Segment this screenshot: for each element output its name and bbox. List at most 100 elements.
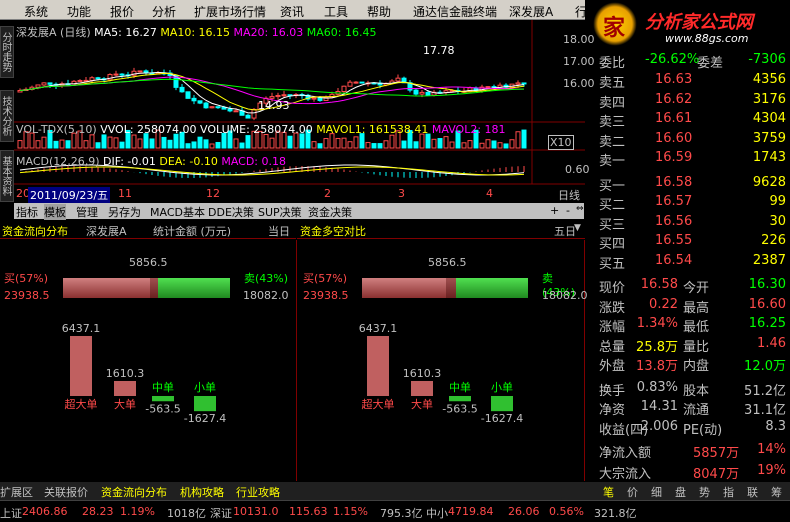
period-label[interactable]: 日线 (558, 187, 580, 203)
order-size-bar (491, 396, 513, 412)
buy-bar-excess (150, 278, 158, 298)
logo-emblem: 家 (593, 2, 637, 46)
side-tab-intraday[interactable]: 分时走势 (0, 26, 14, 78)
buy_orders-row[interactable]: 买二 16.57 99 (585, 194, 790, 214)
kline-info: 深发展A (日线) MA5: 16.27 MA10: 16.15 MA20: 1… (16, 24, 376, 40)
tool-macd-basic[interactable]: MACD基本 (150, 204, 205, 220)
sell_orders-row[interactable]: 卖二 16.60 3759 (585, 131, 790, 151)
tab-related-quotes[interactable]: 关联报价 (44, 484, 88, 500)
side-tab-technical[interactable]: 技术分析 (0, 90, 14, 142)
ma10-value: MA10: 16.15 (160, 26, 231, 39)
dropdown-icon[interactable]: ▼ (574, 223, 581, 233)
order-diff-label: 委差 (697, 56, 724, 71)
tool-dde[interactable]: DDE决策 (208, 204, 254, 220)
sell_orders-row[interactable]: 卖四 16.62 3176 (585, 92, 790, 112)
candle-body (341, 85, 347, 92)
sell_orders-price: 16.59 (655, 150, 693, 165)
volume-bar (35, 140, 41, 149)
buy-bar (362, 278, 446, 298)
volume-bar (287, 135, 293, 149)
menu-item-info[interactable]: 资讯 (280, 3, 304, 20)
volume-bar (509, 139, 515, 149)
sell_orders-row[interactable]: 卖三 16.61 4304 (585, 111, 790, 131)
buy_orders-label: 买四 (599, 237, 626, 252)
y-tick-18: 18.00 (563, 33, 595, 46)
tab-link[interactable]: 联 (747, 484, 758, 500)
kline-stock: 深发展A (日线) (16, 26, 91, 39)
volume-bar (461, 142, 467, 149)
buy_orders-row[interactable]: 买五 16.54 2387 (585, 253, 790, 273)
order-size-bar (411, 380, 433, 396)
menu-item-tools[interactable]: 工具 (324, 3, 348, 20)
sell_orders-row[interactable]: 卖五 16.63 4356 (585, 72, 790, 92)
pan-button[interactable]: ⇔ (576, 204, 584, 214)
tab-fund-flow[interactable]: 资金流向分布 (101, 484, 167, 500)
panel-period[interactable]: 当日 (268, 223, 290, 239)
tab-tick[interactable]: 笔 (603, 484, 614, 500)
menu-item-system[interactable]: 系统 (24, 3, 48, 20)
buy_orders-label: 买一 (599, 178, 626, 194)
tab-institution[interactable]: 机构攻略 (180, 484, 224, 500)
tool-template[interactable]: 模板 (44, 204, 66, 220)
stat-value: 8.3 (765, 418, 786, 434)
menu-item-analysis[interactable]: 分析 (152, 3, 176, 20)
side-tab-fundamentals[interactable]: 基本资料 (0, 150, 14, 202)
panel-period[interactable]: 五日 (554, 223, 576, 239)
candle-body (197, 100, 203, 104)
order-ratio-label: 委比 (599, 56, 626, 71)
order-size-bar (70, 336, 92, 396)
tool-manage[interactable]: 管理 (76, 204, 98, 220)
menu-item-terminal[interactable]: 通达信金融终端 (413, 3, 497, 20)
sh-change: 28.23 (82, 505, 114, 518)
stat-row: 涨幅 1.34% 最低 16.25 (585, 316, 790, 336)
sell_orders-row[interactable]: 卖一 16.59 1743 (585, 150, 790, 170)
buy_orders-volume: 226 (761, 233, 786, 248)
candle-body (89, 77, 95, 81)
sz-amount: 795.3亿 (380, 507, 423, 520)
stat-value: 25.8万 (636, 339, 678, 355)
net-value: 5856.5 (129, 256, 168, 269)
panel-mode[interactable]: 统计金额 (万元) (153, 223, 231, 239)
candle-body (119, 73, 125, 76)
tool-save-as[interactable]: 另存为 (108, 204, 141, 220)
volume-bar (521, 129, 527, 149)
tab-industry[interactable]: 行业攻略 (236, 484, 280, 500)
candle-body (179, 86, 185, 93)
tab-book[interactable]: 盘 (675, 484, 686, 500)
volume-bar (317, 143, 323, 149)
candle-body (353, 81, 359, 84)
tool-fund[interactable]: 资金决策 (308, 204, 352, 220)
stat-row: 涨跌 0.22 最高 16.60 (585, 297, 790, 317)
volume-bar (197, 136, 203, 149)
tab-price[interactable]: 价 (627, 484, 638, 500)
buy_orders-row[interactable]: 买一 16.58 9628 (585, 175, 790, 195)
tab-index[interactable]: 指 (723, 484, 734, 500)
menu-item-extended-market[interactable]: 扩展市场行情 (194, 3, 266, 20)
panel-title: 资金流向分布 (2, 225, 68, 238)
menu-item-help[interactable]: 帮助 (367, 3, 391, 20)
volume-bar (485, 139, 491, 149)
volume-bar (479, 142, 485, 149)
menu-item-stock[interactable]: 深发展A (509, 3, 553, 20)
zoom-out-button[interactable]: - (566, 204, 570, 217)
volume-bar (95, 142, 101, 149)
stat-value: 1.46 (757, 335, 786, 351)
zoom-in-button[interactable]: + (550, 204, 559, 217)
tab-trend[interactable]: 势 (699, 484, 710, 500)
buy_orders-row[interactable]: 买四 16.55 226 (585, 233, 790, 253)
tool-sup[interactable]: SUP决策 (258, 204, 302, 220)
tab-chips[interactable]: 筹 (771, 484, 782, 500)
stat-label: 净资 (599, 403, 626, 418)
volume-bar (437, 138, 443, 149)
buy-label: 买(57%) (4, 272, 49, 285)
menu-item-function[interactable]: 功能 (67, 3, 91, 20)
menu-item-quote[interactable]: 报价 (110, 3, 134, 20)
stat-row: 外盘 13.8万 内盘 12.0万 (585, 355, 790, 375)
tab-extension[interactable]: 扩展区 (0, 484, 33, 500)
buy_orders-row[interactable]: 买三 16.56 30 (585, 214, 790, 234)
tab-detail[interactable]: 细 (651, 484, 662, 500)
stat-label: 换手 (599, 383, 626, 399)
buy_orders-volume: 99 (769, 194, 786, 209)
tool-indicator[interactable]: 指标 (16, 204, 38, 220)
stat-label: 今开 (683, 281, 710, 296)
